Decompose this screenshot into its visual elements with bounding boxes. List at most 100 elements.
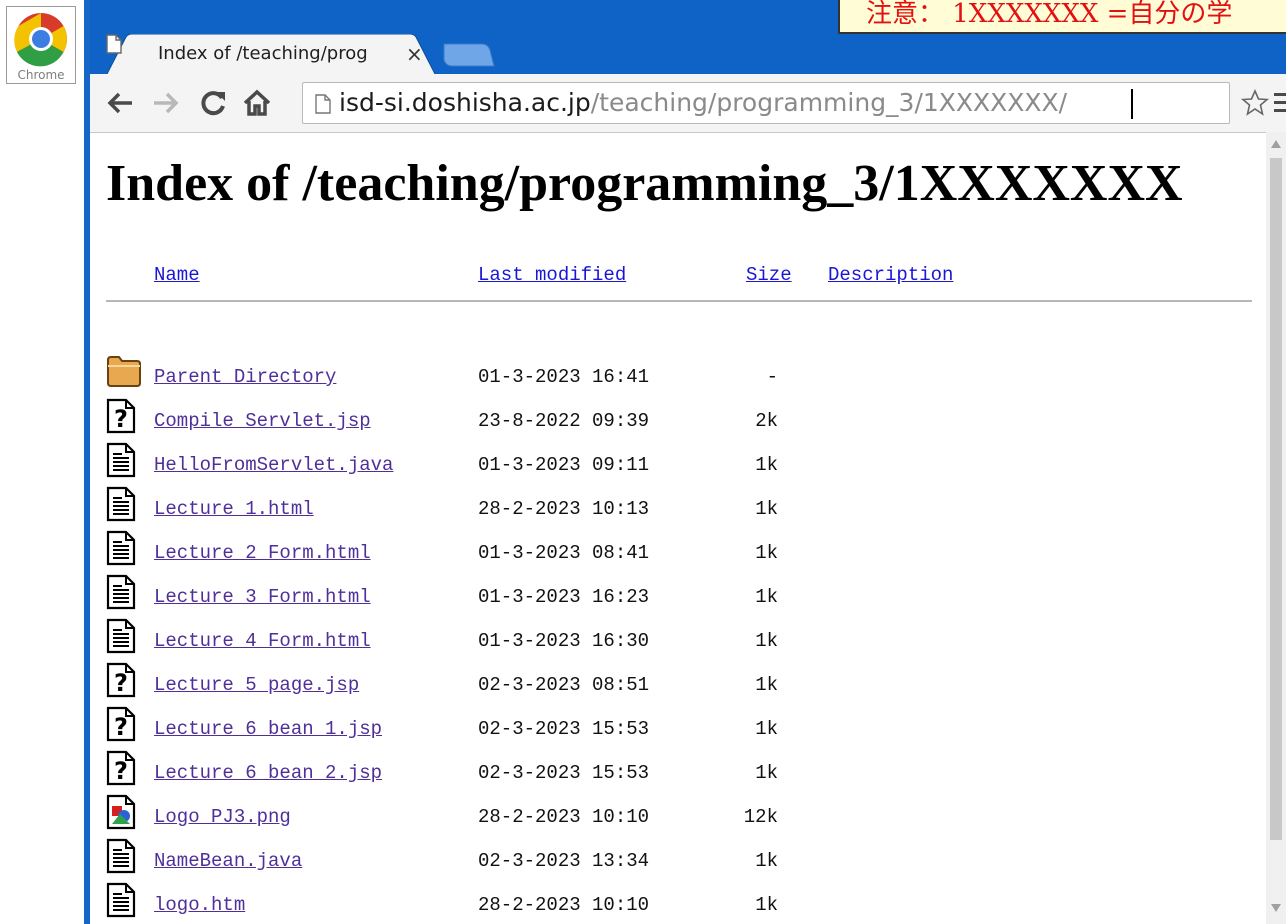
scroll-up-arrow-icon[interactable] xyxy=(1271,140,1281,148)
file-link[interactable]: Lecture_6_bean_1.jsp xyxy=(154,718,382,740)
column-header-size[interactable]: Size xyxy=(746,264,792,286)
file-size: 1k xyxy=(755,718,778,740)
text-file-icon xyxy=(106,442,136,482)
file-date: 02-3-2023 13:34 xyxy=(478,850,650,872)
file-size: 1k xyxy=(755,630,778,652)
file-link[interactable]: Logo_PJ3.png xyxy=(154,806,291,828)
url-text[interactable]: isd-si.doshisha.ac.jp/teaching/programmi… xyxy=(339,88,1067,117)
window-border xyxy=(84,0,90,924)
table-row: NameBean.java 02-3-2023 13:34 1k xyxy=(106,838,1206,888)
text-file-icon xyxy=(106,530,136,570)
file-link[interactable]: Lecture_4_Form.html xyxy=(154,630,371,652)
file-link[interactable]: Lecture_1.html xyxy=(154,498,314,520)
table-row: logo.htm 28-2-2023 10:10 1k xyxy=(106,882,1206,924)
url-path: /teaching/programming_3/1XXXXXXX/ xyxy=(590,88,1068,117)
file-size: 1k xyxy=(755,454,778,476)
header-divider xyxy=(106,300,1252,302)
unknown-file-icon: ? xyxy=(106,398,136,438)
file-size: 12k xyxy=(743,806,778,828)
file-link[interactable]: HelloFromServlet.java xyxy=(154,454,393,476)
app-icon-label: Chrome xyxy=(17,68,65,82)
file-link[interactable]: Lecture_3_Form.html xyxy=(154,586,371,608)
column-header-name[interactable]: Name xyxy=(154,264,200,286)
unknown-file-icon: ? xyxy=(106,706,136,746)
column-header-last-modified[interactable]: Last modified xyxy=(478,264,626,286)
address-bar[interactable]: isd-si.doshisha.ac.jp/teaching/programmi… xyxy=(302,82,1230,124)
svg-text:?: ? xyxy=(114,757,128,785)
back-arrow-icon[interactable] xyxy=(106,90,134,116)
file-link[interactable]: Compile_Servlet.jsp xyxy=(154,410,371,432)
file-link[interactable]: Parent Directory xyxy=(154,366,336,388)
file-size: 1k xyxy=(755,674,778,696)
file-date: 01-3-2023 08:41 xyxy=(478,542,650,564)
table-row: Lecture_4_Form.html 01-3-2023 16:30 1k xyxy=(106,618,1206,668)
text-file-icon xyxy=(106,618,136,658)
file-link[interactable]: Lecture_5_page.jsp xyxy=(154,674,359,696)
file-size: 1k xyxy=(755,498,778,520)
file-size: 2k xyxy=(755,410,778,432)
file-date: 01-3-2023 16:41 xyxy=(478,366,650,388)
table-row: HelloFromServlet.java 01-3-2023 09:11 1k xyxy=(106,442,1206,492)
file-link[interactable]: Lecture_2_Form.html xyxy=(154,542,371,564)
svg-text:?: ? xyxy=(114,713,128,741)
table-row: Lecture_2_Form.html 01-3-2023 08:41 1k xyxy=(106,530,1206,580)
table-row: Logo_PJ3.png 28-2-2023 10:10 12k xyxy=(106,794,1206,844)
file-size: 1k xyxy=(755,894,778,916)
text-file-icon xyxy=(106,574,136,614)
page-title: Index of /teaching/programming_3/1XXXXXX… xyxy=(106,155,1183,212)
menu-icon[interactable] xyxy=(1274,91,1286,115)
unknown-file-icon: ? xyxy=(106,662,136,702)
file-date: 02-3-2023 15:53 xyxy=(478,718,650,740)
column-header-description[interactable]: Description xyxy=(828,264,953,286)
tab-title: Index of /teaching/prog xyxy=(158,43,368,64)
new-tab-button[interactable] xyxy=(434,42,498,68)
file-date: 01-3-2023 16:23 xyxy=(478,586,650,608)
notice-banner: 注意： 1XXXXXXX =自分の学 xyxy=(838,0,1286,34)
file-date: 01-3-2023 16:30 xyxy=(478,630,650,652)
file-link[interactable]: NameBean.java xyxy=(154,850,302,872)
file-size: 1k xyxy=(755,850,778,872)
vertical-scrollbar[interactable] xyxy=(1266,132,1286,924)
table-row: ? Compile_Servlet.jsp 23-8-2022 09:39 2k xyxy=(106,398,1206,448)
table-row: ? Lecture_6_bean_1.jsp 02-3-2023 15:53 1k xyxy=(106,706,1206,756)
table-row: Lecture_1.html 28-2-2023 10:13 1k xyxy=(106,486,1206,536)
chrome-logo-icon xyxy=(14,13,67,67)
table-row: Lecture_3_Form.html 01-3-2023 16:23 1k xyxy=(106,574,1206,624)
file-size: 1k xyxy=(755,762,778,784)
file-date: 28-2-2023 10:10 xyxy=(478,894,650,916)
tab-active[interactable]: Index of /teaching/prog × xyxy=(106,34,437,76)
folder-icon xyxy=(106,354,142,392)
unknown-file-icon: ? xyxy=(106,750,136,790)
chrome-app-icon[interactable]: Chrome xyxy=(6,6,76,84)
svg-text:?: ? xyxy=(114,405,128,433)
file-size: - xyxy=(766,366,778,388)
browser-window: Index of /teaching/prog × isd-si.doshish… xyxy=(84,0,1286,924)
svg-text:?: ? xyxy=(114,669,128,697)
home-icon[interactable] xyxy=(242,88,272,118)
table-row: ? Lecture_5_page.jsp 02-3-2023 08:51 1k xyxy=(106,662,1206,712)
forward-arrow-icon[interactable] xyxy=(152,90,180,116)
file-link[interactable]: logo.htm xyxy=(154,894,245,916)
toolbar: isd-si.doshisha.ac.jp/teaching/programmi… xyxy=(90,74,1286,133)
reload-icon[interactable] xyxy=(198,88,228,118)
bookmark-star-icon[interactable] xyxy=(1240,88,1270,118)
tab-close-icon[interactable]: × xyxy=(406,42,423,66)
file-date: 02-3-2023 08:51 xyxy=(478,674,650,696)
url-host: isd-si.doshisha.ac.jp xyxy=(339,88,591,117)
file-date: 23-8-2022 09:39 xyxy=(478,410,650,432)
text-file-icon xyxy=(106,882,136,922)
text-file-icon xyxy=(106,486,136,526)
image-file-icon xyxy=(106,794,136,834)
scrollbar-thumb[interactable] xyxy=(1270,158,1282,840)
page-icon xyxy=(106,34,122,54)
page-info-icon[interactable] xyxy=(315,94,331,114)
file-date: 02-3-2023 15:53 xyxy=(478,762,650,784)
file-link[interactable]: Lecture_6_bean_2.jsp xyxy=(154,762,382,784)
file-size: 1k xyxy=(755,542,778,564)
file-date: 28-2-2023 10:10 xyxy=(478,806,650,828)
file-date: 01-3-2023 09:11 xyxy=(478,454,650,476)
text-cursor xyxy=(1131,89,1133,119)
scroll-down-arrow-icon[interactable] xyxy=(1271,904,1281,912)
file-date: 28-2-2023 10:13 xyxy=(478,498,650,520)
file-size: 1k xyxy=(755,586,778,608)
